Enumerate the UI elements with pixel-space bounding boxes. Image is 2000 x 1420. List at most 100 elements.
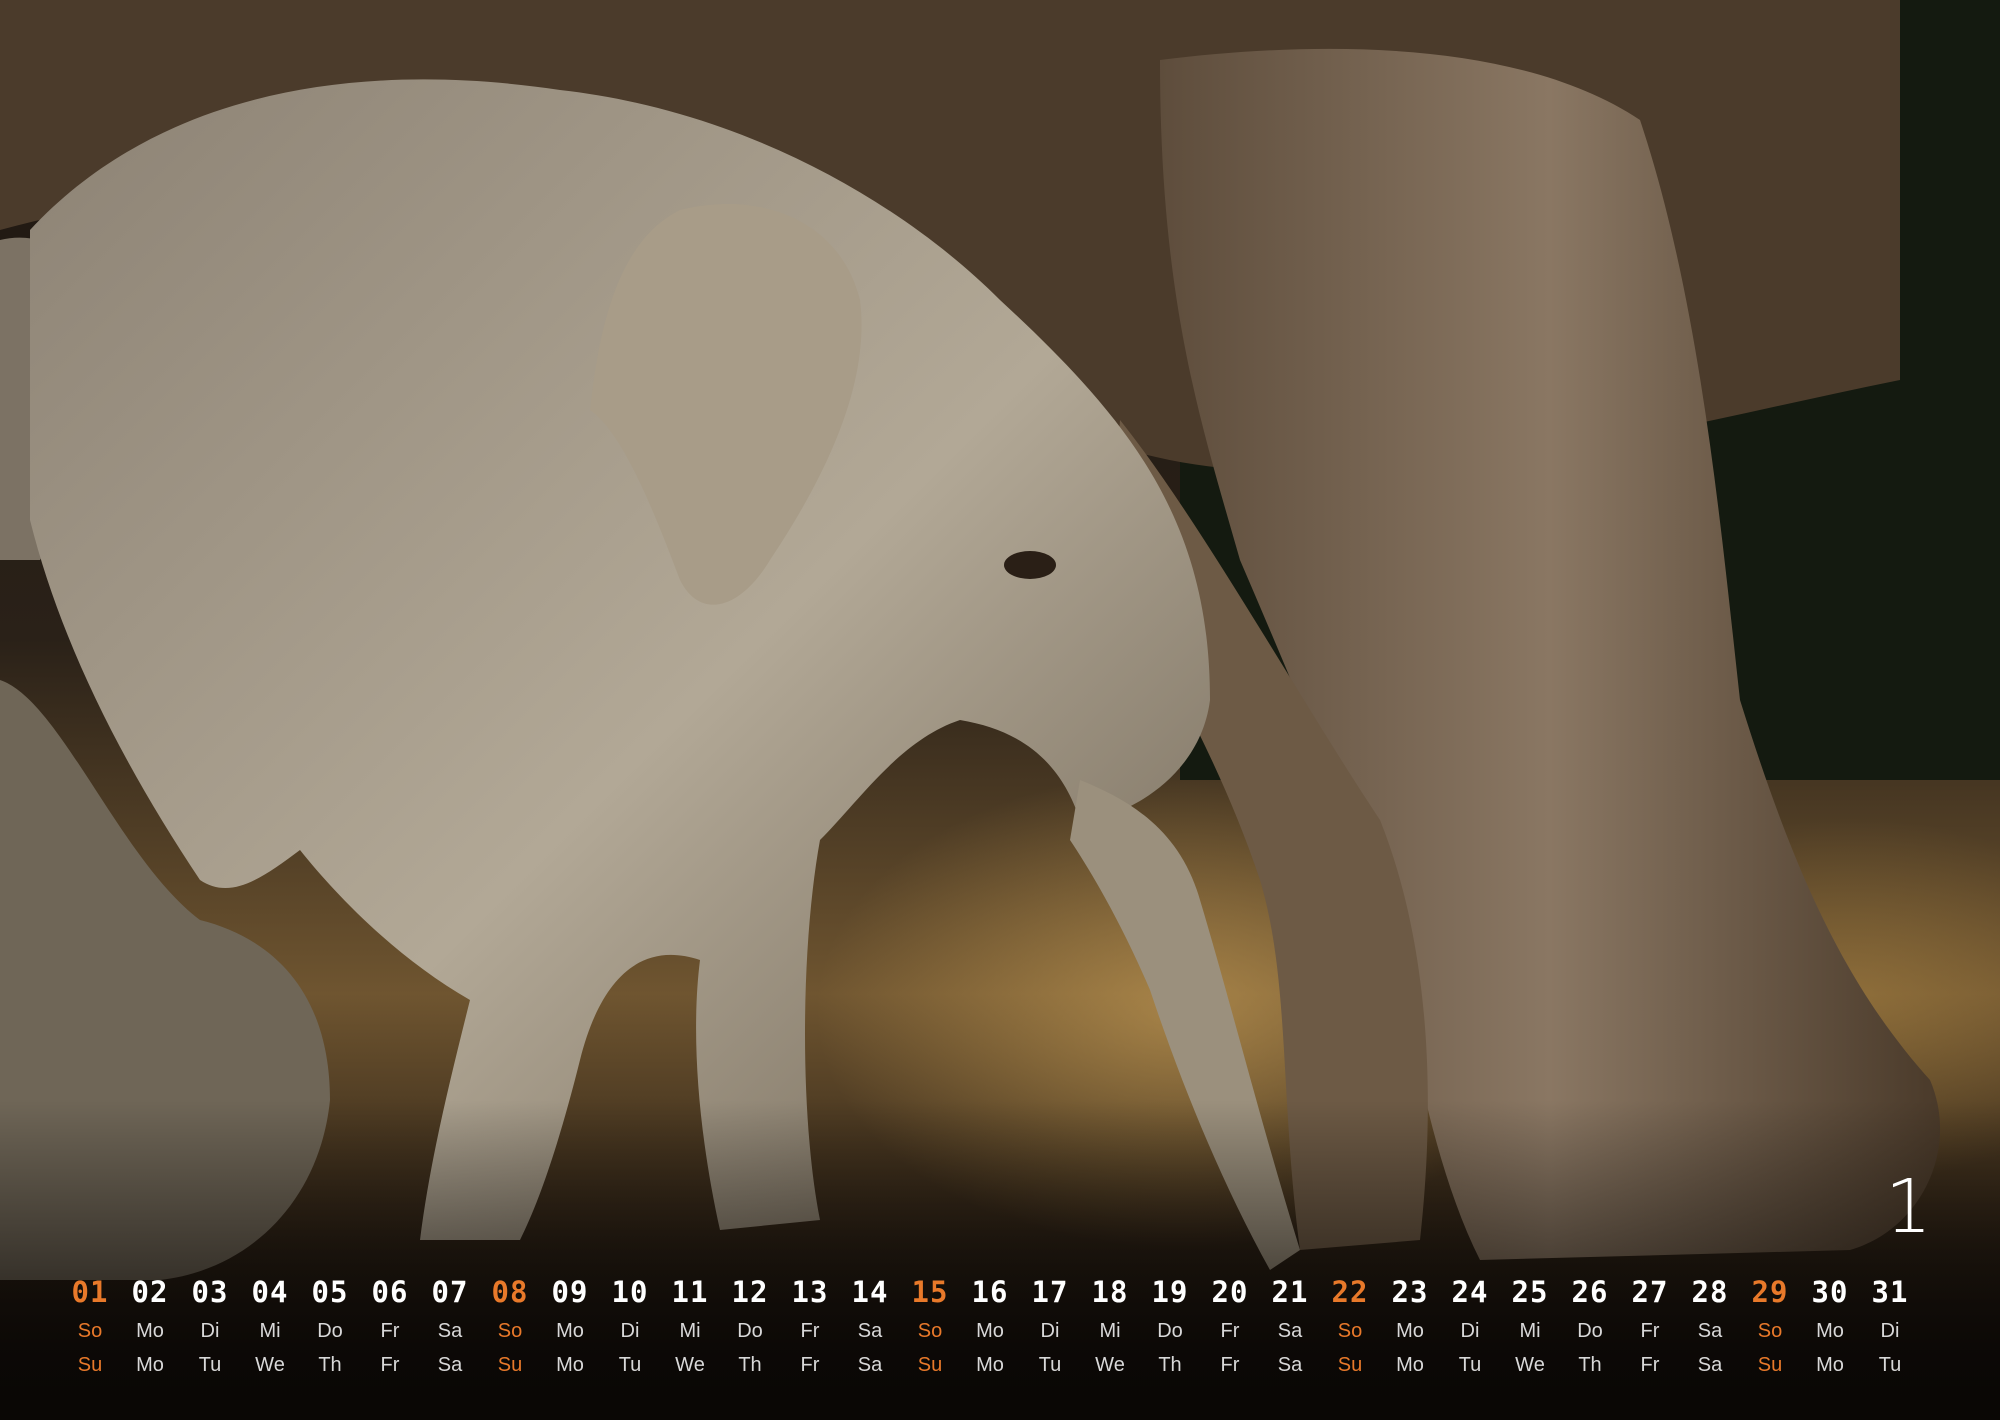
day-number: 12: [731, 1275, 769, 1309]
weekday-label-de: Sa: [1277, 1320, 1303, 1342]
day-number: 28: [1691, 1275, 1729, 1309]
weekday-label-en: Th: [318, 1354, 342, 1376]
weekday-label-de: Di: [620, 1320, 640, 1342]
weekday-label-en: Su: [77, 1354, 103, 1376]
day-number: 02: [131, 1275, 169, 1309]
weekday-label-de: Mi: [259, 1320, 281, 1342]
weekday-label-en: Mo: [976, 1354, 1004, 1376]
day-number: 09: [551, 1275, 589, 1309]
month-number: 1: [1884, 1164, 1932, 1250]
day-number: 03: [191, 1275, 229, 1309]
weekday-label-en: We: [1095, 1354, 1125, 1376]
day-number: 18: [1091, 1275, 1129, 1309]
weekday-label-en: Mo: [1816, 1354, 1844, 1376]
weekday-label-en: Fr: [1640, 1354, 1660, 1376]
day-number: 07: [431, 1275, 469, 1309]
weekday-label-en: Tu: [1038, 1354, 1062, 1376]
weekday-label-de: Mo: [136, 1320, 164, 1342]
weekday-label-de: So: [497, 1320, 523, 1342]
weekday-label-en: Tu: [198, 1354, 222, 1376]
elephant-photo: [0, 0, 2000, 1420]
weekday-label-en: Su: [1337, 1354, 1363, 1376]
weekday-label-de: So: [77, 1320, 103, 1342]
day-number: 25: [1511, 1275, 1549, 1309]
weekday-row-german: So Mo Di Mi Do Fr Sa So Mo Di Mi Do Fr Sa So Mo Di Mi Do Fr…: [60, 1314, 1920, 1348]
weekday-label-de: Fr: [1220, 1320, 1240, 1342]
weekday-label-de: Sa: [857, 1320, 883, 1342]
weekday-label-en: Su: [497, 1354, 523, 1376]
day-number: 31: [1871, 1275, 1909, 1309]
weekday-row-english: Su Mo Tu We Th Fr Sa Su Mo Tu We Th Fr Sa Su Mo Tu We Th Fr…: [60, 1348, 1920, 1382]
weekday-label-en: Fr: [1220, 1354, 1240, 1376]
day-number: 08: [491, 1275, 529, 1309]
day-number: 14: [851, 1275, 889, 1309]
weekday-label-de: Do: [737, 1320, 763, 1342]
weekday-label-en: We: [255, 1354, 285, 1376]
weekday-label-en: Sa: [857, 1354, 883, 1376]
day-number: 30: [1811, 1275, 1849, 1309]
weekday-label-de: Do: [1577, 1320, 1603, 1342]
weekday-label-de: Di: [200, 1320, 220, 1342]
weekday-label-de: Mi: [1099, 1320, 1121, 1342]
day-number: 15: [911, 1275, 949, 1309]
weekday-label-de: So: [917, 1320, 943, 1342]
day-number: 23: [1391, 1275, 1429, 1309]
weekday-label-de: Do: [1157, 1320, 1183, 1342]
day-number: 04: [251, 1275, 289, 1309]
day-number-row: 01 02 03 04 05 06 07 08 09 10 11 12 13 14 15 16 17 18 19 20…: [60, 1270, 1920, 1314]
weekday-label-en: We: [675, 1354, 705, 1376]
weekday-label-en: Mo: [1396, 1354, 1424, 1376]
day-number: 16: [971, 1275, 1009, 1309]
weekday-label-de: So: [1337, 1320, 1363, 1342]
weekday-label-de: Mo: [976, 1320, 1004, 1342]
day-number: 22: [1331, 1275, 1369, 1309]
day-number: 19: [1151, 1275, 1189, 1309]
weekday-label-en: Th: [1578, 1354, 1602, 1376]
weekday-label-en: Sa: [1697, 1354, 1723, 1376]
weekday-label-en: Tu: [1878, 1354, 1902, 1376]
weekday-label-en: Sa: [437, 1354, 463, 1376]
day-number: 17: [1031, 1275, 1069, 1309]
day-number: 26: [1571, 1275, 1609, 1309]
weekday-label-en: Th: [1158, 1354, 1182, 1376]
weekday-label-en: Su: [917, 1354, 943, 1376]
weekday-label-en: Sa: [1277, 1354, 1303, 1376]
weekday-label-en: Su: [1757, 1354, 1783, 1376]
weekday-label-de: Sa: [1697, 1320, 1723, 1342]
weekday-label-de: So: [1757, 1320, 1783, 1342]
weekday-label-de: Mi: [1519, 1320, 1541, 1342]
day-number: 21: [1271, 1275, 1309, 1309]
day-number: 20: [1211, 1275, 1249, 1309]
day-number: 06: [371, 1275, 409, 1309]
weekday-label-en: Tu: [618, 1354, 642, 1376]
weekday-label-de: Fr: [1640, 1320, 1660, 1342]
day-number: 05: [311, 1275, 349, 1309]
weekday-label-en: Mo: [556, 1354, 584, 1376]
weekday-label-de: Di: [1880, 1320, 1900, 1342]
weekday-label-de: Mo: [1816, 1320, 1844, 1342]
weekday-label-de: Do: [317, 1320, 343, 1342]
day-number: 01: [71, 1275, 109, 1309]
day-number: 11: [671, 1275, 709, 1309]
weekday-label-en: We: [1515, 1354, 1545, 1376]
weekday-label-de: Fr: [380, 1320, 400, 1342]
weekday-label-en: Fr: [380, 1354, 400, 1376]
calendar-strip: 01 02 03 04 05 06 07 08 09 10 11 12 13 14 15 16 17 18 19 20…: [60, 1270, 1920, 1382]
weekday-label-de: Fr: [800, 1320, 820, 1342]
day-number: 10: [611, 1275, 649, 1309]
weekday-label-de: Sa: [437, 1320, 463, 1342]
day-number: 13: [791, 1275, 829, 1309]
weekday-label-de: Di: [1460, 1320, 1480, 1342]
weekday-label-de: Mi: [679, 1320, 701, 1342]
weekday-label-de: Mo: [556, 1320, 584, 1342]
weekday-label-en: Th: [738, 1354, 762, 1376]
weekday-label-en: Fr: [800, 1354, 820, 1376]
calendar-page: 1 01 02 03 04 05 06 07 08 09 10 11 12 13 14 15 16 17 18 19…: [0, 0, 2000, 1420]
baby-elephant-eye: [1004, 551, 1056, 579]
day-number: 29: [1751, 1275, 1789, 1309]
weekday-label-en: Tu: [1458, 1354, 1482, 1376]
day-number: 27: [1631, 1275, 1669, 1309]
weekday-label-de: Mo: [1396, 1320, 1424, 1342]
weekday-label-de: Di: [1040, 1320, 1060, 1342]
day-number: 24: [1451, 1275, 1489, 1309]
